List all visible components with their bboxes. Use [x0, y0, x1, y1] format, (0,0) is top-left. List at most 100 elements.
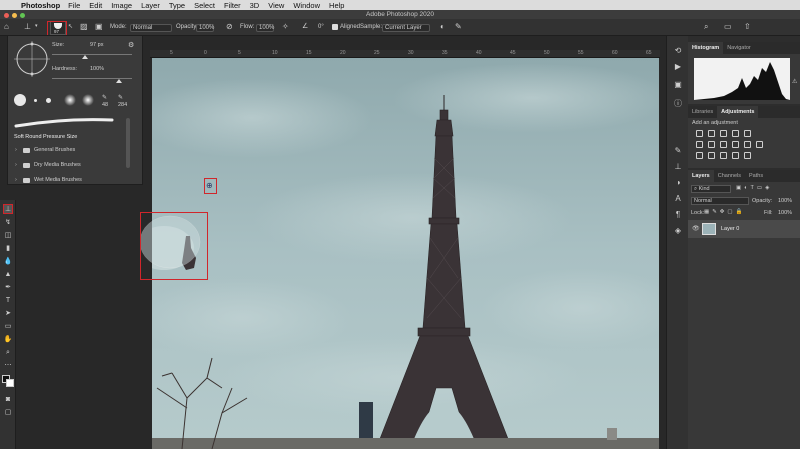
document-canvas[interactable] — [152, 58, 659, 449]
brush-preset-soft-large[interactable] — [82, 94, 94, 106]
photo-filter-icon[interactable] — [732, 141, 739, 148]
gradient-icon[interactable]: ▮ — [3, 244, 13, 254]
edit-toolbar-icon[interactable]: ⋯ — [3, 361, 13, 371]
size-slider[interactable] — [52, 54, 132, 55]
airbrush-icon[interactable]: ✧ — [282, 22, 289, 31]
tab-adjustments[interactable]: Adjustments — [717, 106, 759, 118]
menu-edit[interactable]: Edit — [89, 1, 102, 10]
brush-angle-preview[interactable] — [14, 41, 50, 77]
layer-comps-icon[interactable]: ▣ — [672, 80, 684, 89]
size-slider-thumb[interactable] — [82, 55, 88, 59]
brush-folder-general[interactable]: › General Brushes — [15, 147, 75, 153]
menu-select[interactable]: Select — [194, 1, 215, 10]
threshold-icon[interactable] — [720, 152, 727, 159]
fill-value[interactable]: 100% — [778, 210, 792, 216]
close-window-button[interactable] — [4, 12, 9, 18]
layer-name[interactable]: Layer 0 — [721, 226, 739, 232]
sample-select[interactable]: Current Layer — [382, 23, 430, 32]
eraser-icon[interactable]: ◫ — [3, 231, 13, 241]
gradient-map-icon[interactable] — [732, 152, 739, 159]
brush-icon[interactable]: ✎ — [672, 146, 684, 155]
posterize-icon[interactable] — [708, 152, 715, 159]
brush-folder-dry[interactable]: › Dry Media Brushes — [15, 162, 81, 168]
menu-3d[interactable]: 3D — [250, 1, 260, 10]
opacity-field[interactable]: 100% — [196, 23, 214, 32]
tab-histogram[interactable]: Histogram — [688, 42, 724, 54]
hardness-slider-thumb[interactable] — [116, 79, 122, 83]
share-icon[interactable]: ⇧ — [744, 22, 751, 31]
workspace-icon[interactable]: ▭ — [724, 22, 732, 31]
color-lookup-icon[interactable] — [756, 141, 763, 148]
layer-filter-select[interactable]: ⌕ Kind — [691, 185, 731, 193]
eye-icon[interactable]: 👁 — [692, 225, 700, 232]
menu-app-name[interactable]: Photoshop — [21, 1, 60, 10]
brightness-contrast-icon[interactable] — [696, 130, 703, 137]
zoom-window-button[interactable] — [20, 12, 25, 18]
menu-image[interactable]: Image — [111, 1, 132, 10]
color-balance-icon[interactable] — [708, 141, 715, 148]
flow-field[interactable]: 100% — [256, 23, 274, 32]
character-icon[interactable]: A — [672, 194, 684, 203]
hardness-value[interactable]: 100% — [90, 66, 104, 72]
quick-mask-icon[interactable]: ◙ — [3, 395, 13, 405]
history-icon[interactable]: ⟲ — [672, 46, 684, 55]
aligned-checkbox[interactable] — [332, 24, 338, 30]
clone-stamp-tool-icon[interactable]: ⊥ — [3, 204, 13, 214]
lock-icons[interactable]: ▦✎✥▢🔒 — [704, 209, 745, 215]
mode-select[interactable]: Normal — [130, 23, 172, 32]
scrollbar[interactable] — [126, 118, 130, 168]
hand-icon[interactable]: ✋ — [3, 335, 13, 345]
curves-icon[interactable] — [720, 130, 727, 137]
brush-preset-soft-round[interactable] — [64, 94, 76, 106]
layer-opacity-value[interactable]: 100% — [778, 198, 792, 204]
tab-layers[interactable]: Layers — [688, 170, 714, 182]
stamp-icon[interactable]: ⊥ — [672, 162, 684, 171]
pressure-size-icon[interactable]: ✎ — [455, 22, 462, 31]
paragraph-icon[interactable]: ¶ — [672, 210, 684, 219]
menu-view[interactable]: View — [268, 1, 284, 10]
exposure-icon[interactable] — [732, 130, 739, 137]
size-value[interactable]: 97 px — [90, 42, 103, 48]
layer-row[interactable]: 👁 Layer 0 — [688, 220, 800, 238]
glyphs-icon[interactable]: ◈ — [672, 226, 684, 235]
brush-preset-small[interactable] — [34, 99, 37, 102]
history-brush-icon[interactable]: ↯ — [3, 218, 13, 228]
vibrance-icon[interactable] — [744, 130, 751, 137]
brush-preset-medium[interactable] — [46, 98, 51, 103]
zoom-icon[interactable]: ⌕ — [3, 348, 13, 358]
pressure-opacity-icon[interactable]: ⊘ — [226, 22, 233, 31]
brush-preset-hard-round[interactable] — [14, 94, 26, 106]
blend-mode-select[interactable]: Normal — [691, 197, 749, 205]
tab-navigator[interactable]: Navigator — [723, 42, 755, 54]
brush-folder-wet[interactable]: › Wet Media Brushes — [15, 177, 82, 183]
rectangle-icon[interactable]: ▭ — [3, 322, 13, 332]
ignore-adjustment-icon[interactable]: ◐ — [440, 22, 445, 31]
angle-icon[interactable]: ∠ — [302, 22, 308, 30]
selected-brush-name[interactable]: Soft Round Pressure Size — [14, 134, 77, 140]
menu-window[interactable]: Window — [293, 1, 320, 10]
levels-icon[interactable] — [708, 130, 715, 137]
type-icon[interactable]: T — [3, 296, 13, 306]
menu-file[interactable]: File — [68, 1, 80, 10]
tab-channels[interactable]: Channels — [714, 170, 745, 182]
pen-icon[interactable]: ✒ — [3, 283, 13, 293]
menu-layer[interactable]: Layer — [141, 1, 160, 10]
clone-source-icon[interactable]: ▣ — [95, 22, 103, 31]
home-icon[interactable]: ⌂ — [4, 22, 9, 31]
background-color-swatch[interactable] — [6, 379, 14, 387]
chevron-down-icon[interactable]: ▾ — [35, 23, 38, 29]
screen-mode-icon[interactable]: ▢ — [3, 408, 13, 418]
menu-filter[interactable]: Filter — [224, 1, 241, 10]
dodge-icon[interactable]: ▲ — [3, 270, 13, 280]
tab-paths[interactable]: Paths — [745, 170, 767, 182]
layer-filter-icons[interactable]: ▣◐T▭◈ — [736, 185, 772, 191]
channel-mixer-icon[interactable] — [744, 141, 751, 148]
gear-icon[interactable]: ⚙ — [128, 41, 134, 49]
play-icon[interactable]: ▶ — [672, 62, 684, 71]
minimize-window-button[interactable] — [12, 12, 17, 18]
brush-settings-icon[interactable]: ▨ — [80, 22, 88, 31]
menu-help[interactable]: Help — [329, 1, 344, 10]
tab-libraries[interactable]: Libraries — [688, 106, 717, 118]
selective-color-icon[interactable] — [744, 152, 751, 159]
search-icon[interactable]: ⌕ — [704, 22, 708, 32]
